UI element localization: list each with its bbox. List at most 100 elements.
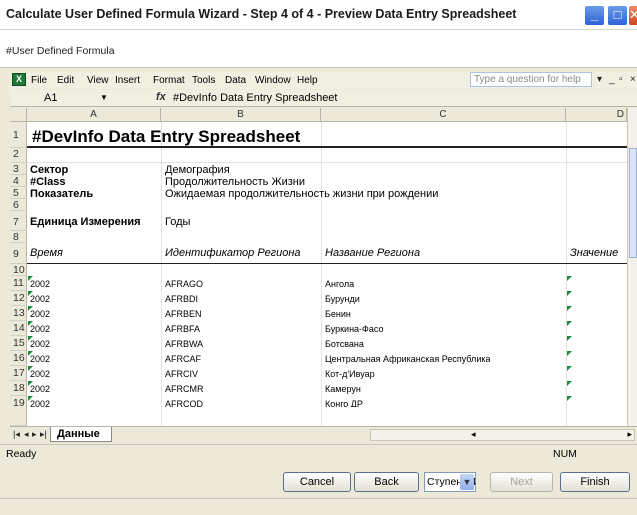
cell-time[interactable]: 2002: [30, 324, 50, 334]
menu-format[interactable]: Format: [153, 75, 185, 86]
cell-time[interactable]: 2002: [30, 384, 50, 394]
excel-icon[interactable]: X: [12, 73, 26, 86]
row-header[interactable]: 2: [10, 148, 27, 163]
cell-area-name[interactable]: Камерун: [325, 384, 361, 394]
row-header[interactable]: 16: [10, 351, 27, 366]
cell-area-name[interactable]: Кот-д'Ивуар: [325, 369, 375, 379]
last-sheet-icon[interactable]: ▸|: [40, 429, 47, 440]
header-time[interactable]: Время: [30, 247, 63, 259]
cell-area-id[interactable]: AFRBFA: [165, 324, 200, 334]
row-header[interactable]: 13: [10, 306, 27, 321]
row-header[interactable]: 3: [10, 163, 27, 175]
horizontal-scrollbar[interactable]: ◂ ▸: [370, 429, 635, 441]
cell-time[interactable]: 2002: [30, 369, 50, 379]
row-header[interactable]: 12: [10, 291, 27, 306]
cell-time[interactable]: 2002: [30, 399, 50, 407]
vertical-scroll-thumb[interactable]: [629, 148, 637, 258]
header-area-name[interactable]: Название Региона: [325, 247, 420, 259]
back-button[interactable]: Back: [354, 472, 419, 492]
maximize-button[interactable]: □: [607, 5, 628, 26]
menu-edit[interactable]: Edit: [57, 75, 74, 86]
row-header[interactable]: 6: [10, 199, 27, 211]
cell-area-id[interactable]: AFRCOD: [165, 399, 203, 407]
row-header[interactable]: 4: [10, 175, 27, 187]
first-sheet-icon[interactable]: |◂: [13, 429, 20, 440]
row-header[interactable]: 11: [10, 276, 27, 291]
scroll-left-icon[interactable]: ◂: [471, 429, 476, 440]
prev-sheet-icon[interactable]: ◂: [24, 429, 29, 440]
cell-area-id[interactable]: AFRAGO: [165, 279, 203, 289]
minimize-button[interactable]: _: [584, 5, 605, 26]
cell-area-id[interactable]: AFRBWA: [165, 339, 203, 349]
meta-label-unit[interactable]: Единица Измерения: [30, 216, 141, 228]
menu-tools[interactable]: Tools: [192, 75, 215, 86]
column-header-a[interactable]: A: [27, 108, 161, 122]
cell-area-name[interactable]: Ботсвана: [325, 339, 364, 349]
cell-area-id[interactable]: AFRCAF: [165, 354, 201, 364]
cell-area-name[interactable]: Бурунди: [325, 294, 360, 304]
cancel-button[interactable]: Cancel: [283, 472, 351, 492]
cell-area-id[interactable]: AFRCMR: [165, 384, 204, 394]
cell-area-name[interactable]: Ангола: [325, 279, 354, 289]
menu-insert[interactable]: Insert: [115, 75, 140, 86]
column-header-d[interactable]: D: [566, 108, 627, 122]
scroll-right-icon[interactable]: ▸: [627, 429, 632, 440]
menu-window[interactable]: Window: [255, 75, 291, 86]
column-header-c[interactable]: C: [321, 108, 566, 122]
formula-input[interactable]: #DevInfo Data Entry Spreadsheet: [173, 92, 337, 104]
ask-question-input[interactable]: Type a question for help: [470, 72, 592, 87]
row-header[interactable]: 19: [10, 396, 27, 426]
cell-area-id[interactable]: AFRBDI: [165, 294, 198, 304]
row-header[interactable]: 14: [10, 321, 27, 336]
next-button[interactable]: Next: [490, 472, 553, 492]
column-header-b[interactable]: B: [161, 108, 321, 122]
cell-area-name[interactable]: Конго ДР: [325, 399, 363, 407]
name-box[interactable]: A1: [44, 92, 57, 104]
cell-area-name[interactable]: Буркина-Фасо: [325, 324, 384, 334]
menu-help[interactable]: Help: [297, 75, 318, 86]
row-header[interactable]: 18: [10, 381, 27, 396]
sheet-title[interactable]: #DevInfo Data Entry Spreadsheet: [32, 127, 300, 147]
vertical-scrollbar[interactable]: [627, 108, 637, 426]
meta-label-indicator[interactable]: Показатель: [30, 188, 93, 200]
cell-time[interactable]: 2002: [30, 309, 50, 319]
cell-area-name[interactable]: Центральная Африканская Республика: [325, 354, 490, 364]
chevron-down-icon[interactable]: ▼: [460, 474, 474, 490]
close-button[interactable]: ✕: [628, 5, 637, 26]
sheet-tab-data[interactable]: Данные: [50, 427, 112, 442]
meta-value-sector[interactable]: Демография: [165, 164, 230, 176]
select-all-corner[interactable]: [10, 108, 27, 122]
row-header[interactable]: 10: [10, 264, 27, 276]
doc-close-icon[interactable]: ×: [630, 74, 636, 85]
menu-data[interactable]: Data: [225, 75, 246, 86]
cell-time[interactable]: 2002: [30, 279, 50, 289]
doc-minimize-icon[interactable]: _: [609, 74, 615, 85]
row-header[interactable]: 17: [10, 366, 27, 381]
meta-value-indicator[interactable]: Ожидаемая продолжительность жизни при ро…: [165, 188, 438, 200]
menu-view[interactable]: View: [87, 75, 109, 86]
row-header[interactable]: 15: [10, 336, 27, 351]
cell-time[interactable]: 2002: [30, 354, 50, 364]
name-box-dropdown-icon[interactable]: ▼: [100, 93, 108, 102]
meta-value-unit[interactable]: Годы: [165, 216, 190, 228]
menu-file[interactable]: File: [31, 75, 47, 86]
meta-label-sector[interactable]: Сектор: [30, 164, 68, 176]
cell-time[interactable]: 2002: [30, 339, 50, 349]
finish-button[interactable]: Finish: [560, 472, 630, 492]
meta-label-class[interactable]: #Class: [30, 176, 65, 188]
doc-restore-icon[interactable]: ▫: [619, 74, 623, 85]
row-header[interactable]: 9: [10, 243, 27, 264]
spreadsheet-grid[interactable]: A B C D 1 2 3 4 5 6 7 8 9 10 11 12 13 14…: [10, 108, 627, 426]
next-sheet-icon[interactable]: ▸: [32, 429, 37, 440]
meta-value-class[interactable]: Продолжительность Жизни: [165, 176, 305, 188]
header-area-id[interactable]: Идентификатор Региона: [165, 247, 301, 259]
row-header[interactable]: 5: [10, 187, 27, 199]
cell-area-name[interactable]: Бенин: [325, 309, 351, 319]
step-select[interactable]: Ступень 4 ▼: [424, 472, 476, 492]
fx-icon[interactable]: fx: [156, 91, 166, 103]
cell-area-id[interactable]: AFRCIV: [165, 369, 198, 379]
row-header[interactable]: 7: [10, 211, 27, 231]
ask-dropdown-icon[interactable]: ▾: [597, 74, 602, 85]
cell-area-id[interactable]: AFRBEN: [165, 309, 202, 319]
row-header[interactable]: 8: [10, 231, 27, 243]
